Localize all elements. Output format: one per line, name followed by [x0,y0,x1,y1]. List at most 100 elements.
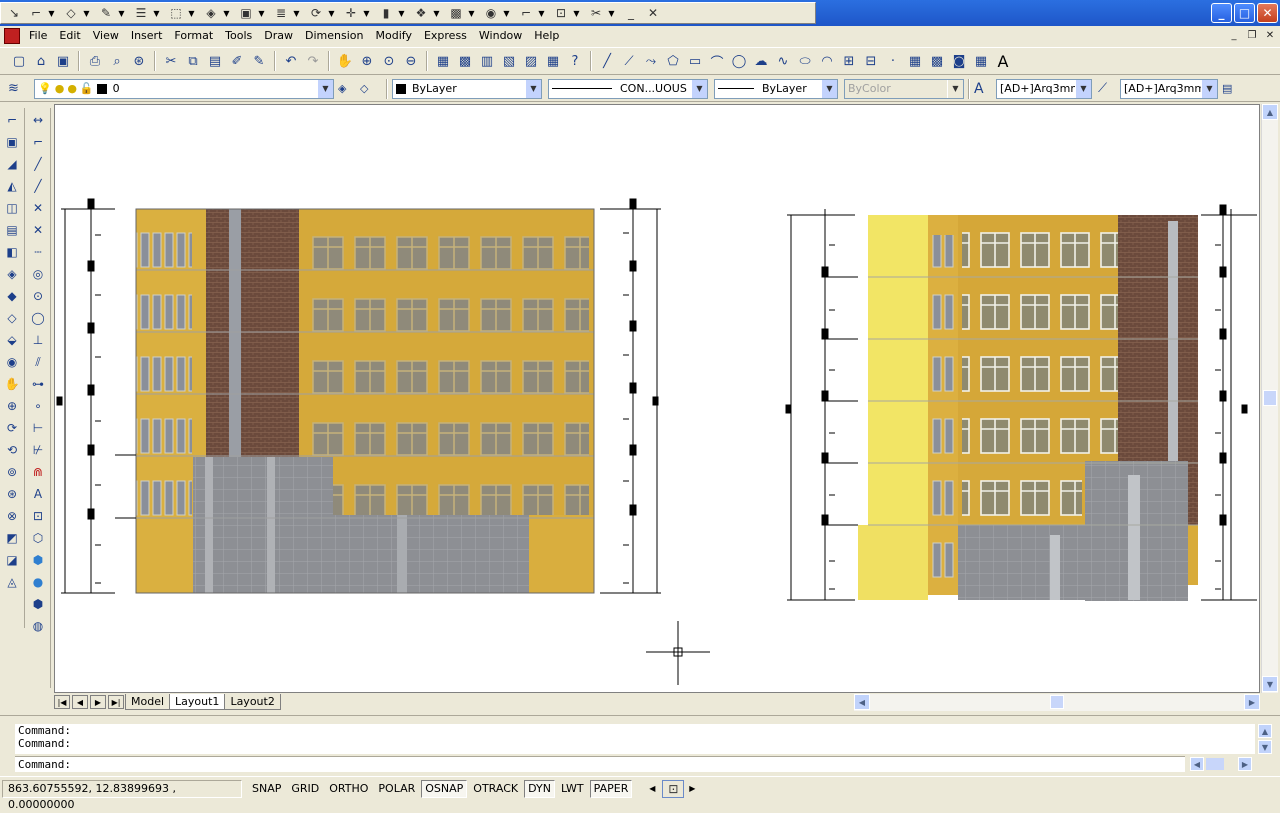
chevron-down-icon[interactable]: ▼ [691,79,707,98]
book-icon[interactable]: ▮ [375,4,397,22]
match-properties-icon[interactable]: ✐ [226,50,248,72]
chevron-down-icon[interactable]: ▼ [257,4,266,22]
chevron-down-icon[interactable]: ▼ [317,79,333,98]
snap-icon[interactable]: ✎ [95,4,117,22]
gradient-icon[interactable]: ▩ [926,50,948,72]
radius-icon[interactable]: ✕ [28,198,48,218]
orbit-icon[interactable]: ⟳ [2,418,22,438]
print-preview-icon[interactable]: ⌕ [106,50,128,72]
fly-icon[interactable]: ⊗ [2,506,22,526]
dyn-toggle[interactable]: DYN [524,779,555,798]
markup-icon[interactable]: ▨ [520,50,542,72]
save-icon[interactable]: ▣ [52,50,74,72]
doc-close-button[interactable]: ✕ [1262,28,1278,42]
wedge-icon[interactable]: ◢ [2,154,22,174]
magnet-icon[interactable]: ⋒ [28,462,48,482]
chevron-down-icon[interactable]: ▼ [47,4,56,22]
cut-icon[interactable]: ✂ [160,50,182,72]
extrude-icon[interactable]: ▤ [2,220,22,240]
chevron-down-icon[interactable]: ▼ [467,4,476,22]
chevron-down-icon[interactable]: ▼ [292,4,301,22]
globe-icon[interactable]: ◍ [28,616,48,636]
grid-toggle[interactable]: GRID [287,780,323,798]
spline-icon[interactable]: ∿ [772,50,794,72]
help-icon[interactable]: ? [564,50,586,72]
sheet-set-icon[interactable]: ▧ [498,50,520,72]
scroll-right-icon[interactable]: ▶ [684,781,701,796]
publish-icon[interactable]: ⊛ [128,50,150,72]
tab-model[interactable]: Model [125,694,171,710]
dim-style-icon[interactable]: ⟋ [1098,81,1120,96]
scroll-up-icon[interactable]: ▲ [1258,724,1272,738]
paste-icon[interactable]: ▤ [204,50,226,72]
snap-toggle[interactable]: SNAP [248,780,285,798]
scroll-down-icon[interactable]: ▼ [1262,676,1278,692]
inspection-icon[interactable]: ⊬ [28,440,48,460]
layer-lock-icon[interactable]: 🔓 [80,82,94,95]
cube-wire-icon[interactable]: ⬡ [28,528,48,548]
next-tab-icon[interactable]: ▶ [90,695,106,709]
aligned-dim-icon[interactable]: ⌐ [28,132,48,152]
crosshair-icon[interactable]: ✛ [340,4,362,22]
frame-icon[interactable]: ⌐ [515,4,537,22]
redo-icon[interactable]: ↷ [302,50,324,72]
properties-icon[interactable]: ▦ [432,50,454,72]
toolbar-minimize-icon[interactable]: _ [620,4,642,22]
continue-icon[interactable]: ⊥ [28,330,48,350]
zoom-realtime-icon[interactable]: ⊕ [356,50,378,72]
dim-break-icon[interactable]: ⊶ [28,374,48,394]
baseline-icon[interactable]: ◯ [28,308,48,328]
revision-cloud-icon[interactable]: ☁ [750,50,772,72]
window-minimize-button[interactable]: _ [1211,3,1232,23]
layer-dropdown[interactable]: 💡 ● ● 🔓 0 ▼ [34,78,334,99]
scroll-down-icon[interactable]: ▼ [1258,740,1272,754]
drawing-icon[interactable] [4,28,20,44]
list-icon[interactable]: ☰ [130,4,152,22]
copy-icon[interactable]: ⧉ [182,50,204,72]
scroll-left-icon[interactable]: ◀ [644,781,661,796]
ucs-icon[interactable]: ⌐ [2,110,22,130]
menu-format[interactable]: Format [169,27,220,45]
cube-solid-icon[interactable]: ⬢ [28,550,48,570]
text-box-2-icon[interactable]: ⊡ [28,506,48,526]
chevron-down-icon[interactable]: ▼ [397,4,406,22]
angular-icon[interactable]: ◎ [28,264,48,284]
make-current-icon[interactable]: ◈ [338,82,360,95]
command-input[interactable]: Command: [15,756,1185,772]
design-center-icon[interactable]: ▩ [454,50,476,72]
tab-layout1[interactable]: Layout1 [169,694,226,710]
scroll-thumb[interactable] [1263,390,1277,406]
lwt-toggle[interactable]: LWT [557,780,588,798]
tab-layout2[interactable]: Layout2 [224,694,281,710]
menu-view[interactable]: View [88,27,126,45]
camera-icon[interactable]: ◉ [480,4,502,22]
menu-tools[interactable]: Tools [220,27,259,45]
chevron-down-icon[interactable]: ▼ [327,4,336,22]
view-side-icon[interactable]: ◇ [2,308,22,328]
chevron-down-icon[interactable]: ▼ [1201,79,1217,98]
polyline-icon[interactable]: ⤳ [640,50,662,72]
pan-icon[interactable]: ✋ [334,50,356,72]
orbit-icon[interactable]: ⟳ [305,4,327,22]
open-folder-icon[interactable]: ⌂ [30,50,52,72]
scroll-left-icon[interactable]: ◀ [854,694,870,710]
materials-icon[interactable]: ◪ [2,550,22,570]
terrain-icon[interactable]: ▩ [445,4,467,22]
horizontal-scrollbar[interactable]: ◀ ▶ [854,694,1260,711]
tolerance-icon[interactable]: ∘ [28,396,48,416]
scroll-thumb[interactable] [1206,758,1224,770]
text-style-dropdown[interactable]: [AD+]Arq3mm ▼ [996,78,1092,99]
osnap-toggle[interactable]: OSNAP [421,779,468,798]
block-editor-icon[interactable]: ✎ [248,50,270,72]
linear-dim-icon[interactable]: ↔ [28,110,48,130]
chevron-down-icon[interactable]: ▼ [1075,79,1091,98]
cylinder-icon[interactable]: ◫ [2,198,22,218]
ordinate-icon[interactable]: ╱ [28,176,48,196]
chevron-down-icon[interactable]: ▼ [537,4,546,22]
ellipse-icon[interactable]: ⬭ [794,50,816,72]
color-dropdown[interactable]: ByLayer ▼ [392,78,542,99]
stack-icon[interactable]: ≣ [270,4,292,22]
view-top-icon[interactable]: ◈ [2,264,22,284]
last-tab-icon[interactable]: ▶| [108,695,124,709]
view-cube-icon[interactable]: ◇ [60,4,82,22]
